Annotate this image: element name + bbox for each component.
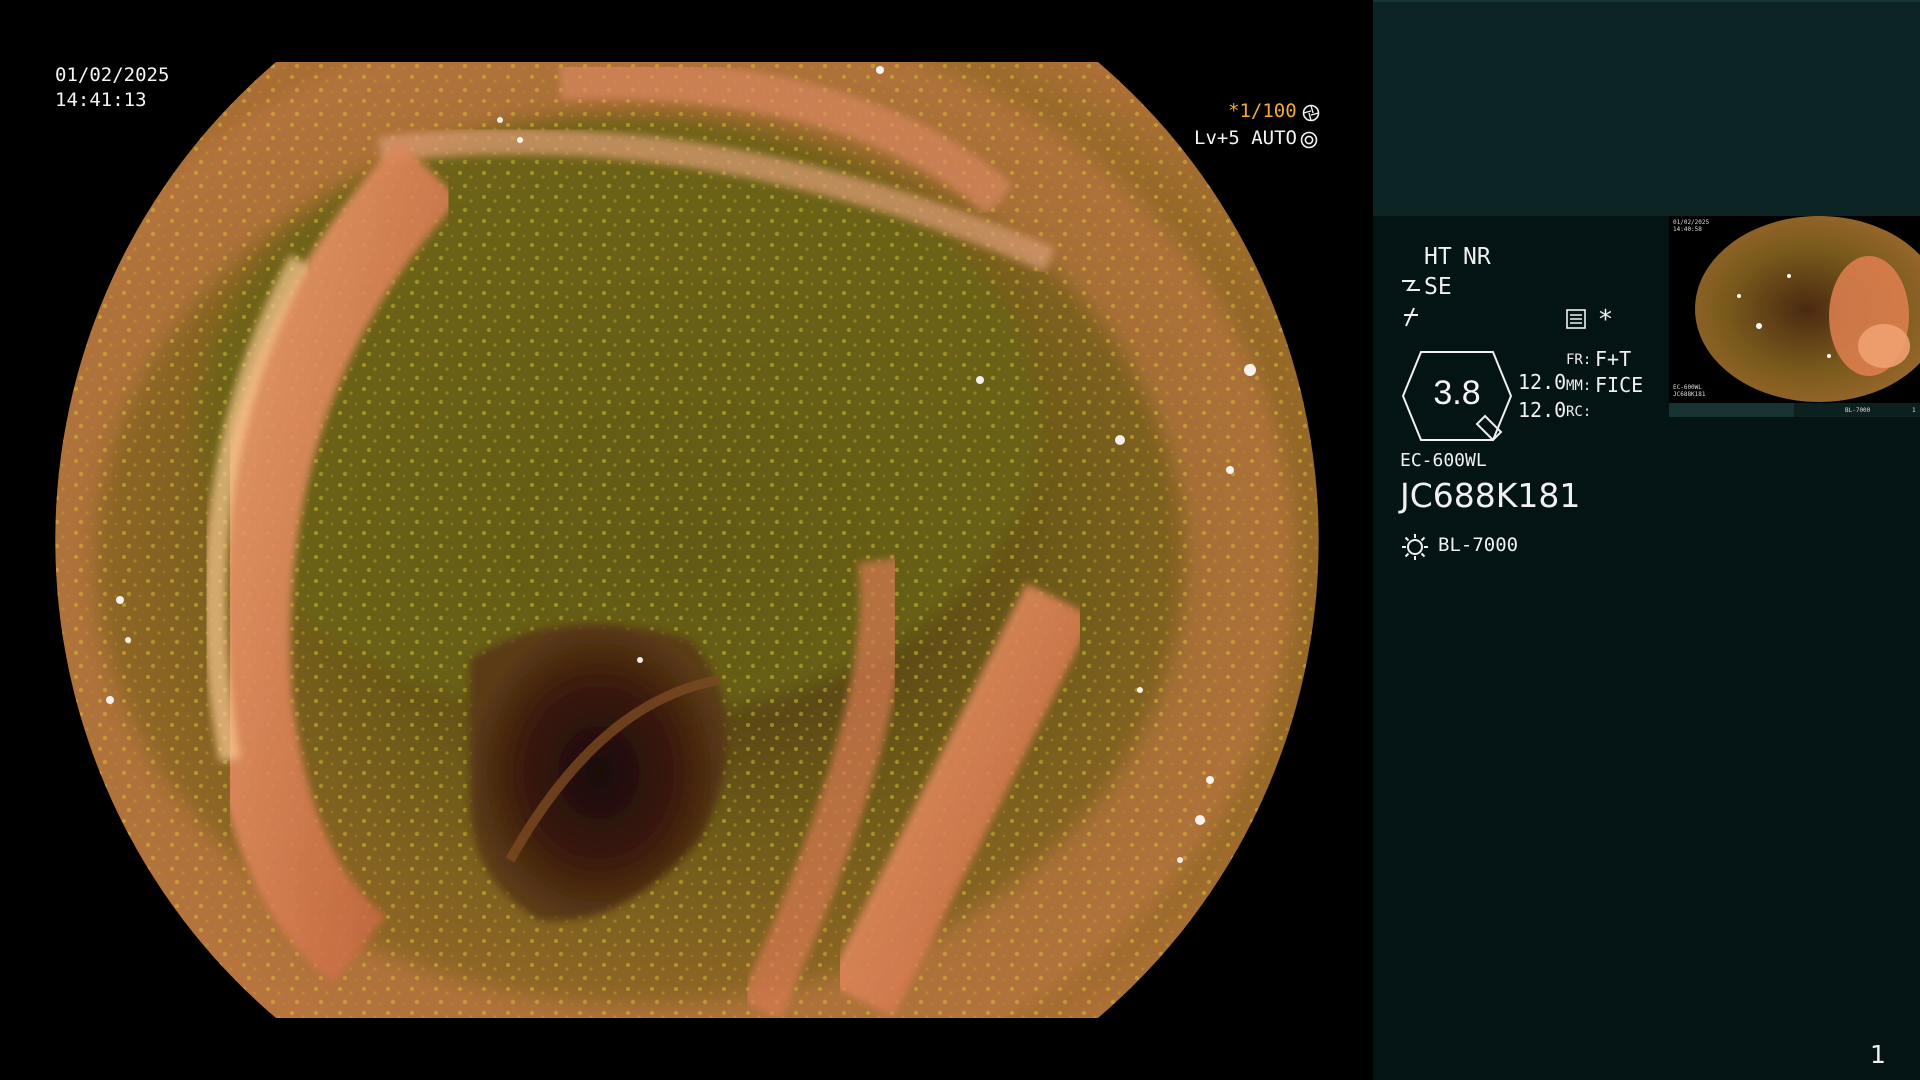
thumbnail-index: 1: [1912, 407, 1916, 414]
scope-model: EC-600WL: [1400, 450, 1487, 471]
value-bottom: 12.0: [1518, 398, 1567, 422]
thumbnail-footer: BL-7000 1: [1669, 403, 1920, 417]
light-source-model: BL-7000: [1438, 534, 1519, 556]
ht-indicator: HT: [1424, 244, 1452, 270]
thumbnail-serial: JC688K181: [1673, 391, 1706, 398]
nr-indicator: NR: [1463, 244, 1491, 270]
light-source-icon: [1402, 534, 1428, 560]
structure-enhance-icon: [1402, 280, 1420, 291]
exam-time: 14:41:13: [55, 89, 147, 111]
scope-serial: JC688K181: [1400, 476, 1581, 515]
fr-value: F+T: [1595, 347, 1632, 371]
zoom-badge: 3.8: [1401, 350, 1513, 442]
iris-level: Lv+5 AUTO: [1194, 127, 1297, 149]
shutter-speed: *1/100: [1228, 100, 1297, 122]
aperture-icon: [1302, 104, 1320, 122]
zoom-value: 3.8: [1433, 374, 1481, 412]
exam-date: 01/02/2025: [55, 64, 170, 86]
thumbnail-light: BL-7000: [1845, 407, 1871, 414]
asterisk-indicator: *: [1599, 305, 1612, 335]
rc-label: RC:: [1566, 404, 1592, 420]
captured-thumbnail[interactable]: 01/02/2025 14:40:58 EC-600WL JC688K181: [1669, 216, 1920, 403]
endoscope-image: [55, 62, 1319, 1018]
page-number: 1: [1870, 1040, 1886, 1069]
fr-label: FR:: [1566, 352, 1592, 368]
thumbnail-time: 14:40:58: [1673, 226, 1702, 233]
thumbnail-image: [1695, 216, 1920, 402]
info-panel: HT NR SE * 3.8 12.0 12.0 FR: F+T MM: FIC…: [1373, 0, 1920, 1080]
settings-menu-icon: [1566, 309, 1586, 329]
info-panel-header-area: [1373, 0, 1920, 216]
iris-auto-icon: [1300, 131, 1318, 149]
endoscope-view: 01/02/2025 14:41:13 *1/100 Lv+5 AUTO: [0, 0, 1373, 1080]
thumbnail-date: 01/02/2025: [1673, 219, 1710, 226]
mm-label: MM:: [1566, 378, 1592, 394]
se-indicator: SE: [1424, 274, 1452, 300]
thumbnail-model: EC-600WL: [1673, 384, 1702, 391]
mm-value: FICE: [1595, 373, 1644, 397]
value-top: 12.0: [1518, 370, 1567, 394]
fixed-icon: [1404, 307, 1418, 327]
